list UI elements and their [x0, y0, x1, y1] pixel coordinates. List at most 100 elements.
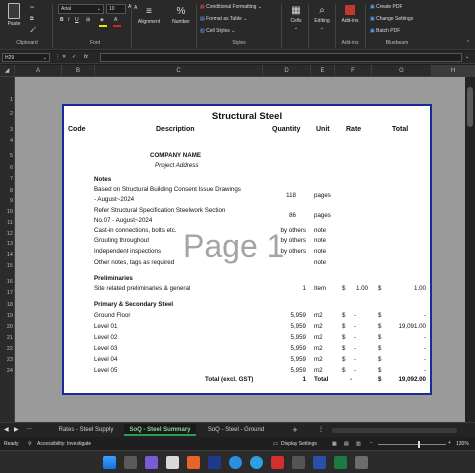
page-layout-icon[interactable]: ▤: [344, 441, 349, 447]
cell-styles-button[interactable]: ▥ Cell Styles ⌄: [200, 28, 235, 34]
tabs-more-icon[interactable]: ⋮: [318, 426, 324, 433]
row-header[interactable]: 1: [0, 97, 15, 103]
app-icon[interactable]: [208, 456, 221, 469]
font-color-icon[interactable]: A: [114, 17, 117, 23]
row-header[interactable]: 12: [0, 231, 15, 237]
select-all-corner[interactable]: ◢: [0, 65, 15, 77]
prelim-rate: 1.00: [355, 285, 368, 292]
zoom-slider-thumb[interactable]: [418, 441, 420, 448]
fill-color-icon[interactable]: ◈: [100, 17, 104, 23]
column-header-d[interactable]: D: [263, 65, 311, 77]
app-icon[interactable]: [271, 456, 284, 469]
row-header[interactable]: 3: [0, 127, 15, 133]
row-header[interactable]: 20: [0, 324, 15, 330]
app-icon[interactable]: [124, 456, 137, 469]
row-header[interactable]: 22: [0, 346, 15, 352]
row-header[interactable]: 7: [0, 176, 15, 182]
alignment-button[interactable]: ≡ Alignment: [133, 6, 165, 25]
tab-rates-steel-supply[interactable]: Rates - Steel Supply: [50, 424, 122, 436]
app-icon[interactable]: [292, 456, 305, 469]
number-button[interactable]: % Number: [168, 6, 194, 25]
prev-sheet-icon[interactable]: ◀: [4, 426, 9, 433]
tab-soq-steel-ground[interactable]: SoQ - Steel - Ground: [200, 424, 272, 436]
app-icon[interactable]: [166, 456, 179, 469]
row-header[interactable]: 13: [0, 241, 15, 247]
tab-soq-steel-summary[interactable]: SoQ - Steel Summary: [124, 424, 196, 436]
zoom-level[interactable]: 130%: [456, 441, 469, 447]
editing-button[interactable]: ⌕ Editing ⌄: [310, 5, 334, 31]
addins-button[interactable]: Add-ins: [337, 5, 363, 24]
display-settings-button[interactable]: Display Settings: [281, 441, 317, 447]
windows-start-icon[interactable]: [103, 456, 116, 469]
row-header[interactable]: 17: [0, 290, 15, 296]
collapse-ribbon-icon[interactable]: ⌃: [466, 40, 470, 46]
row-header[interactable]: 2: [0, 111, 15, 117]
next-sheet-icon[interactable]: ▶: [14, 426, 19, 433]
enter-icon[interactable]: ✓: [72, 54, 76, 60]
font-size-select[interactable]: 10: [106, 4, 126, 14]
more-sheets-icon[interactable]: …: [26, 425, 32, 431]
row-header[interactable]: 4: [0, 138, 15, 144]
row-header[interactable]: 10: [0, 209, 15, 215]
column-header-h[interactable]: H: [432, 65, 475, 77]
vertical-scrollbar[interactable]: [465, 77, 475, 422]
row-header[interactable]: 21: [0, 335, 15, 341]
row-header[interactable]: 18: [0, 302, 15, 308]
horizontal-scrollbar[interactable]: [332, 428, 457, 433]
change-settings-button[interactable]: ▣ Change Settings: [370, 16, 413, 22]
row-header[interactable]: 19: [0, 313, 15, 319]
scroll-thumb[interactable]: [467, 87, 473, 127]
normal-view-icon[interactable]: ▦: [332, 441, 337, 447]
page-break-icon[interactable]: ▥: [356, 441, 361, 447]
column-header-f[interactable]: F: [335, 65, 372, 77]
row-header[interactable]: 15: [0, 263, 15, 269]
create-pdf-button[interactable]: ▣ Create PDF: [370, 4, 403, 10]
expand-formula-icon[interactable]: ⌄: [465, 54, 469, 60]
cells-button[interactable]: ▦ Cells ⌄: [284, 5, 308, 31]
zoom-in-icon[interactable]: +: [448, 440, 451, 446]
column-header-c[interactable]: C: [95, 65, 263, 77]
row-header[interactable]: 11: [0, 220, 15, 226]
column-header-b[interactable]: B: [62, 65, 95, 77]
format-painter-icon[interactable]: 🖌: [30, 27, 36, 33]
name-box[interactable]: H29 ⌄: [2, 53, 50, 62]
bold-button[interactable]: B: [60, 17, 64, 23]
batch-pdf-button[interactable]: ▣ Batch PDF: [370, 28, 400, 34]
accessibility-status[interactable]: Accessibility: Investigate: [37, 441, 91, 447]
row-header[interactable]: 23: [0, 357, 15, 363]
copy-icon[interactable]: ⧉: [30, 16, 34, 22]
cancel-icon[interactable]: ✕: [62, 54, 66, 60]
column-header-a[interactable]: A: [15, 65, 62, 77]
row-header[interactable]: 8: [0, 188, 15, 194]
browser-icon[interactable]: [187, 456, 200, 469]
font-name-select[interactable]: Arial ⌄: [58, 4, 104, 14]
cut-icon[interactable]: ✂: [30, 5, 34, 11]
add-sheet-button[interactable]: +: [290, 424, 300, 436]
column-header-e[interactable]: E: [311, 65, 335, 77]
underline-button[interactable]: U: [75, 17, 79, 23]
row-header[interactable]: 5: [0, 153, 15, 159]
ribbon: Paste ✂ ⧉ 🖌 Clipboard Arial ⌄ 10 A A B I…: [0, 0, 475, 50]
row-header[interactable]: 14: [0, 252, 15, 258]
row-header[interactable]: 16: [0, 279, 15, 285]
fx-icon[interactable]: fx: [84, 54, 88, 60]
row-header[interactable]: 9: [0, 198, 15, 204]
conditional-formatting-button[interactable]: ▦ Conditional Formatting ⌄: [200, 4, 262, 10]
paste-button[interactable]: Paste: [4, 3, 24, 27]
app-icon[interactable]: [313, 456, 326, 469]
app-icon[interactable]: [355, 456, 368, 469]
row-header[interactable]: 6: [0, 165, 15, 171]
italic-button[interactable]: I: [68, 17, 69, 23]
column-header-g[interactable]: G: [372, 65, 432, 77]
borders-icon[interactable]: ⊞: [86, 17, 90, 23]
excel-icon[interactable]: [334, 456, 347, 469]
format-as-table-button[interactable]: ▤ Format as Table ⌄: [200, 16, 247, 22]
row-header[interactable]: 24: [0, 368, 15, 374]
zoom-slider[interactable]: [378, 444, 446, 445]
app-icon[interactable]: [145, 456, 158, 469]
app-icon[interactable]: [229, 456, 242, 469]
change-settings-label: Change Settings: [376, 16, 414, 22]
zoom-out-icon[interactable]: −: [370, 440, 373, 446]
app-icon[interactable]: [250, 456, 263, 469]
formula-input[interactable]: [100, 53, 462, 62]
